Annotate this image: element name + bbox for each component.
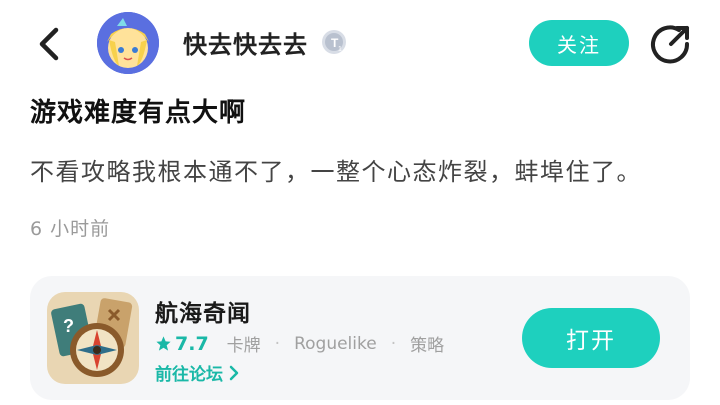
game-tag: Roguelike — [294, 333, 377, 354]
post-title: 游戏难度有点大啊 — [30, 98, 247, 128]
game-tag: 卡牌 — [226, 336, 261, 356]
share-icon — [651, 25, 690, 64]
star-icon — [156, 336, 171, 351]
avatar-image — [97, 12, 159, 74]
forum-link-label: 前往论坛 — [155, 365, 223, 385]
author-name[interactable]: 快去快去去 — [183, 25, 308, 60]
chevron-left-icon — [39, 27, 59, 61]
game-tag: 策略 — [410, 336, 445, 356]
follow-button[interactable]: 关注 — [529, 20, 629, 66]
game-name[interactable]: 航海奇闻 — [155, 294, 251, 328]
svg-text:?: ? — [63, 316, 74, 336]
back-button[interactable] — [34, 24, 66, 64]
share-button[interactable] — [649, 22, 693, 66]
post-header: 快去快去去 T 1 关注 — [0, 0, 720, 90]
avatar[interactable] — [97, 12, 159, 74]
game-card[interactable]: ? 航海奇闻 7.7 卡牌 · Roguelike · 策略 前往论坛 打开 — [30, 276, 690, 400]
tag-separator: · — [390, 333, 397, 354]
game-meta: 7.7 卡牌 · Roguelike · 策略 — [155, 331, 444, 356]
game-icon[interactable]: ? — [47, 292, 139, 384]
go-to-forum-link[interactable]: 前往论坛 — [155, 360, 241, 385]
game-rating: 7.7 — [155, 333, 209, 355]
open-game-button[interactable]: 打开 — [522, 308, 660, 368]
chevron-right-icon — [229, 365, 239, 380]
post-content: 不看攻略我根本通不了，一整个心态炸裂，蚌埠住了。 — [30, 158, 642, 186]
svg-text:1: 1 — [338, 46, 342, 53]
level-badge-icon: T 1 — [320, 28, 348, 56]
post-time: 6 小时前 — [30, 218, 111, 240]
tag-separator: · — [274, 333, 281, 354]
rating-value: 7.7 — [175, 332, 209, 355]
